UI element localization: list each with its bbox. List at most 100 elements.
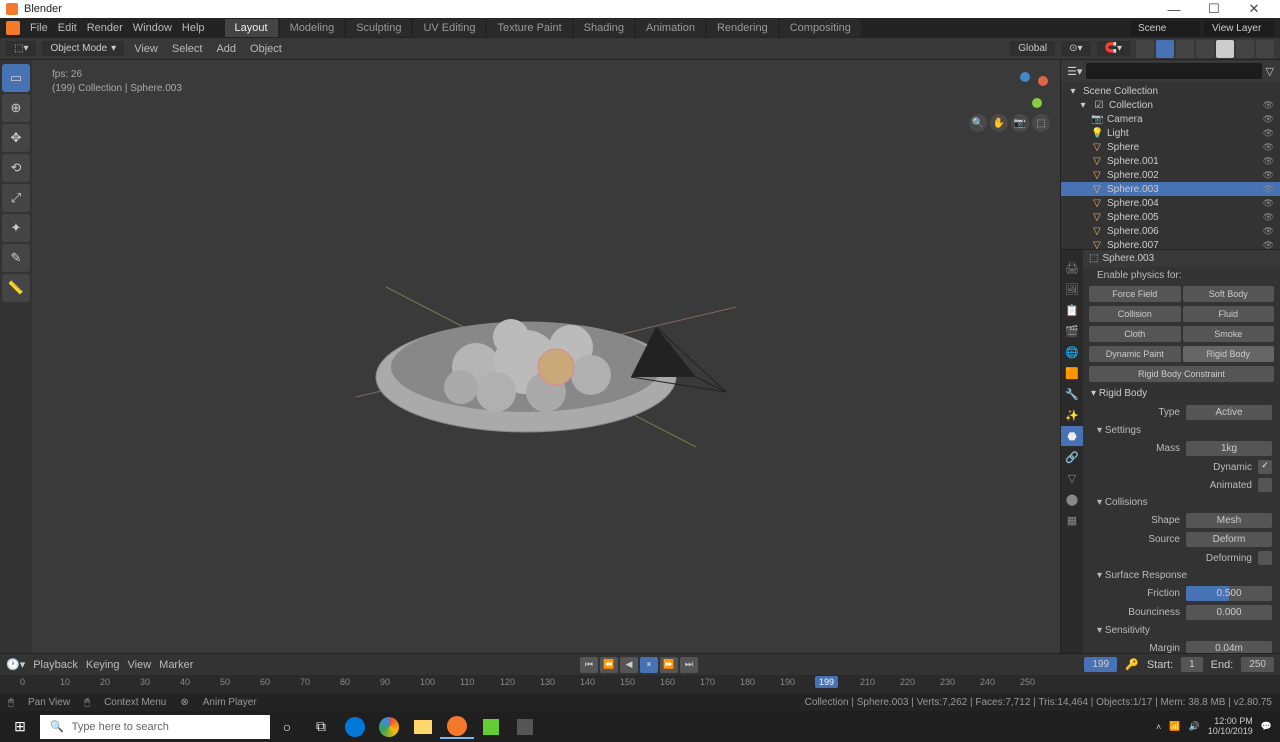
tray-volume-icon[interactable]: 🔊 [1189, 721, 1200, 732]
workspace-texture[interactable]: Texture Paint [487, 19, 571, 37]
current-frame-field[interactable]: 199 [1084, 657, 1117, 672]
friction-slider[interactable]: 0.500 [1186, 586, 1272, 601]
app-icon-2[interactable] [508, 715, 542, 739]
menu-edit[interactable]: Edit [58, 22, 77, 34]
type-dropdown[interactable]: Active [1186, 405, 1272, 420]
timeline-playback[interactable]: Playback [33, 659, 78, 671]
3d-viewport[interactable]: fps: 26 (199) Collection | Sphere.003 🔍 … [32, 60, 1060, 653]
taskbar-search-input[interactable]: 🔍 Type here to search [40, 715, 270, 739]
timeline-ruler[interactable]: 0 10 20 30 40 50 60 70 80 90 100 110 120… [0, 675, 1280, 693]
prop-tab-viewlayer[interactable]: 📋 [1061, 300, 1083, 320]
margin-field[interactable]: 0.04m [1186, 641, 1272, 653]
menu-help[interactable]: Help [182, 22, 205, 34]
play-reverse-button[interactable]: ◀ [620, 657, 638, 673]
tool-cursor[interactable]: ⊕ [2, 94, 30, 122]
header-select[interactable]: Select [168, 43, 207, 55]
prop-tab-data[interactable]: ▽ [1061, 468, 1083, 488]
physics-cloth-button[interactable]: Cloth [1089, 326, 1181, 342]
outliner-item-light[interactable]: 💡Light👁 [1061, 126, 1280, 140]
physics-smoke-button[interactable]: Smoke [1183, 326, 1275, 342]
prop-tab-scene[interactable]: 🎬 [1061, 321, 1083, 341]
prop-tab-output[interactable]: 🖼 [1061, 279, 1083, 299]
outliner-mode-icon[interactable]: ☰▾ [1067, 65, 1082, 78]
explorer-icon[interactable] [406, 715, 440, 739]
window-minimize-button[interactable]: — [1154, 2, 1194, 17]
pivot-dropdown[interactable]: ⊙▾ [1061, 41, 1090, 56]
shape-dropdown[interactable]: Mesh [1186, 513, 1272, 528]
timeline-editor-icon[interactable]: 🕐▾ [6, 658, 25, 671]
tray-up-icon[interactable]: ˄ [1156, 722, 1161, 732]
tool-annotate[interactable]: ✎ [2, 244, 30, 272]
menu-window[interactable]: Window [133, 22, 172, 34]
start-frame-field[interactable]: 1 [1181, 657, 1203, 672]
outliner-search-input[interactable] [1086, 63, 1261, 79]
outliner-collection[interactable]: ▾☑Collection👁 [1061, 98, 1280, 112]
tool-scale[interactable]: ⤢ [2, 184, 30, 212]
app-icon-1[interactable] [474, 715, 508, 739]
workspace-compositing[interactable]: Compositing [780, 19, 861, 37]
rigidbody-header[interactable]: ▾ Rigid Body [1083, 384, 1280, 403]
surface-response-header[interactable]: ▾ Surface Response [1083, 567, 1280, 584]
outliner-item-sphere007[interactable]: ▽Sphere.007👁 [1061, 238, 1280, 249]
workspace-rendering[interactable]: Rendering [707, 19, 778, 37]
xray-toggle-icon[interactable] [1176, 40, 1194, 58]
snap-dropdown[interactable]: 🧲▾ [1097, 41, 1130, 56]
physics-dynamicpaint-button[interactable]: Dynamic Paint [1089, 346, 1181, 362]
jump-end-button[interactable]: ⏭ [680, 657, 698, 673]
prop-tab-constraints[interactable]: 🔗 [1061, 447, 1083, 467]
keyframe-next-button[interactable]: ⏩ [660, 657, 678, 673]
prop-tab-particles[interactable]: ✨ [1061, 405, 1083, 425]
prop-tab-texture[interactable]: ▦ [1061, 510, 1083, 530]
dynamic-checkbox[interactable] [1258, 460, 1272, 474]
tray-network-icon[interactable]: 📶 [1169, 721, 1180, 732]
scene-selector[interactable]: Scene [1130, 21, 1200, 36]
physics-fluid-button[interactable]: Fluid [1183, 306, 1275, 322]
outliner-item-sphere003[interactable]: ▽Sphere.003👁 [1061, 182, 1280, 196]
sensitivity-header[interactable]: ▾ Sensitivity [1083, 622, 1280, 639]
autokey-icon[interactable]: 🔑 [1125, 658, 1139, 671]
outliner-item-sphere001[interactable]: ▽Sphere.001👁 [1061, 154, 1280, 168]
outliner-item-sphere[interactable]: ▽Sphere👁 [1061, 140, 1280, 154]
outliner-scene-collection[interactable]: ▾Scene Collection [1061, 84, 1280, 98]
workspace-sculpting[interactable]: Sculpting [346, 19, 411, 37]
chrome-icon[interactable] [372, 715, 406, 739]
source-dropdown[interactable]: Deform [1186, 532, 1272, 547]
overlay-toggle-icon[interactable] [1156, 40, 1174, 58]
prop-tab-material[interactable]: ⬤ [1061, 489, 1083, 509]
menu-file[interactable]: File [30, 22, 48, 34]
mode-dropdown[interactable]: Object Mode ▾ [42, 41, 124, 56]
blender-taskbar-icon[interactable] [440, 715, 474, 739]
physics-forcefield-button[interactable]: Force Field [1089, 286, 1181, 302]
physics-collision-button[interactable]: Collision [1089, 306, 1181, 322]
shading-lookdev-icon[interactable] [1236, 40, 1254, 58]
window-maximize-button[interactable]: ☐ [1194, 1, 1234, 17]
tool-rotate[interactable]: ⟲ [2, 154, 30, 182]
editor-type-dropdown[interactable]: ⬚▾ [6, 41, 36, 56]
gizmo-toggle-icon[interactable] [1136, 40, 1154, 58]
end-frame-field[interactable]: 250 [1241, 657, 1274, 672]
outliner-item-sphere004[interactable]: ▽Sphere.004👁 [1061, 196, 1280, 210]
animated-checkbox[interactable] [1258, 478, 1272, 492]
shading-solid-icon[interactable] [1216, 40, 1234, 58]
outliner-item-sphere006[interactable]: ▽Sphere.006👁 [1061, 224, 1280, 238]
prop-tab-render[interactable]: 🖨 [1061, 258, 1083, 278]
tool-select-box[interactable]: ▭ [2, 64, 30, 92]
prop-tab-physics[interactable]: ⬣ [1061, 426, 1083, 446]
header-view[interactable]: View [130, 43, 162, 55]
bounciness-slider[interactable]: 0.000 [1186, 605, 1272, 620]
shading-rendered-icon[interactable] [1256, 40, 1274, 58]
prop-tab-object[interactable]: 🟧 [1061, 363, 1083, 383]
menu-render[interactable]: Render [87, 22, 123, 34]
timeline-keying[interactable]: Keying [86, 659, 120, 671]
task-view-icon[interactable]: ⧉ [304, 715, 338, 739]
tool-transform[interactable]: ✦ [2, 214, 30, 242]
prop-tab-world[interactable]: 🌐 [1061, 342, 1083, 362]
timeline-view[interactable]: View [128, 659, 152, 671]
settings-header[interactable]: ▾ Settings [1083, 422, 1280, 439]
deforming-checkbox[interactable] [1258, 551, 1272, 565]
tool-move[interactable]: ✥ [2, 124, 30, 152]
workspace-uv[interactable]: UV Editing [413, 19, 485, 37]
notifications-icon[interactable]: 💬 [1261, 721, 1272, 732]
header-object[interactable]: Object [246, 43, 286, 55]
viewlayer-selector[interactable]: View Layer [1204, 21, 1274, 36]
